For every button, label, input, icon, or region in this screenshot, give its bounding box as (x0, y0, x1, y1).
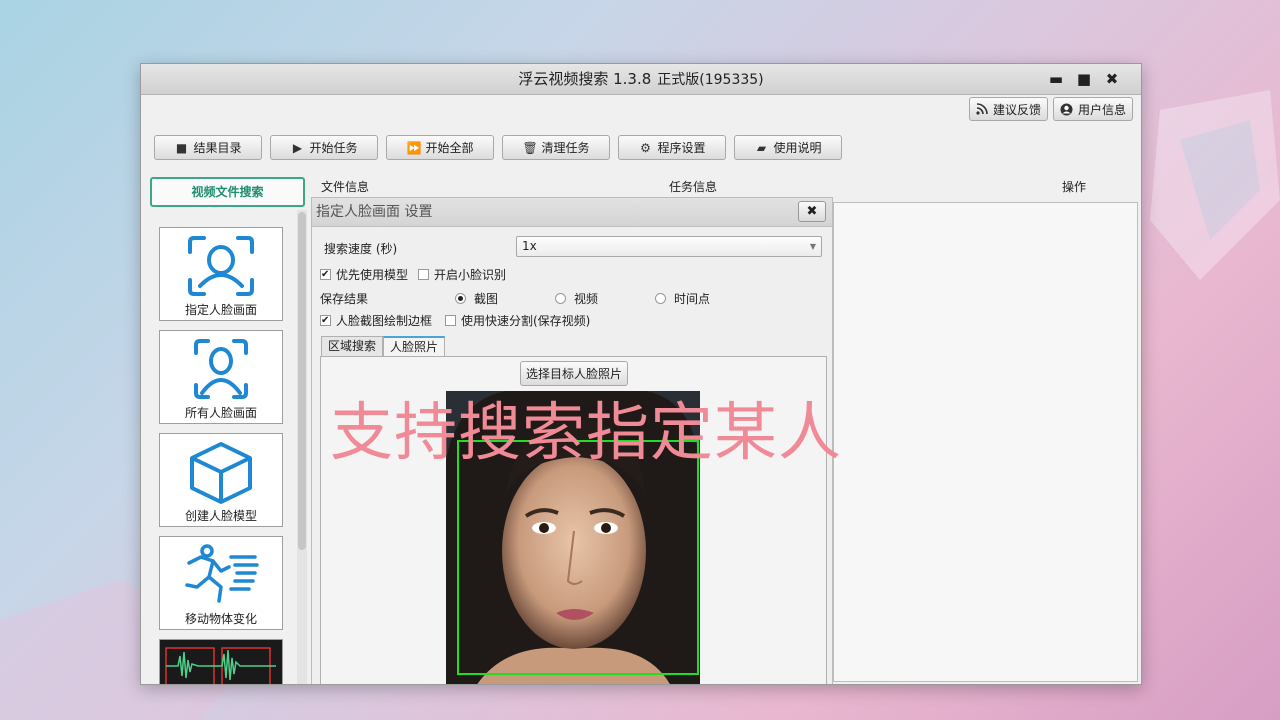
prefer-model-label: 优先使用模型 (336, 268, 409, 282)
user-icon (1060, 103, 1073, 115)
save-result-label: 保存结果 (320, 292, 369, 306)
scrollbar-thumb[interactable] (298, 212, 306, 550)
fast-split-checkbox[interactable] (445, 315, 456, 326)
feature-label: 所有人脸画面 (184, 406, 257, 420)
result-folder-button[interactable]: ■ 结果目录 (154, 135, 262, 160)
manual-button[interactable]: ▰ 使用说明 (734, 135, 842, 160)
column-task-info: 任务信息 (669, 180, 718, 194)
small-face-option[interactable]: 开启小脸识别 (418, 266, 506, 283)
background-crystal (1150, 90, 1280, 280)
fast-split-label: 使用快速分割(保存视频) (461, 314, 591, 328)
small-face-checkbox[interactable] (418, 269, 429, 280)
draw-border-checkbox[interactable] (320, 315, 331, 326)
save-screenshot-option[interactable]: 截图 (455, 290, 498, 307)
start-all-button[interactable]: ⏩ 开始全部 (386, 135, 494, 160)
speed-select-value: 1x (522, 239, 537, 253)
feature-all-faces[interactable]: 所有人脸画面 (159, 330, 283, 424)
feature-moving-object[interactable]: 移动物体变化 (159, 536, 283, 630)
start-task-button[interactable]: ▶ 开始任务 (270, 135, 378, 160)
feedback-button[interactable]: 建议反馈 (968, 97, 1048, 121)
save-video-radio[interactable] (555, 293, 566, 304)
result-folder-label: 结果目录 (193, 141, 242, 155)
save-screenshot-label: 截图 (474, 292, 499, 306)
chevron-down-icon: ▼ (809, 242, 816, 251)
maximize-button[interactable]: ■ (1070, 64, 1098, 94)
prefer-model-checkbox[interactable] (320, 269, 331, 280)
title-bar: 浮云视频搜索 1.3.8 正式版(195335) ▬ ■ ✖ (141, 64, 1141, 95)
dialog-close-button[interactable]: ✖ (798, 201, 826, 222)
trash-icon: 🗑 (522, 140, 538, 155)
face-scan-icon (188, 236, 254, 296)
draw-border-option[interactable]: 人脸截图绘制边框 (320, 312, 432, 329)
feature-label: 移动物体变化 (184, 612, 257, 626)
dialog-title: 指定人脸画面 设置 (316, 204, 433, 220)
settings-label: 程序设置 (657, 141, 706, 155)
small-face-label: 开启小脸识别 (434, 268, 507, 282)
book-icon: ▰ (756, 140, 767, 155)
save-video-label: 视频 (574, 292, 599, 306)
start-all-label: 开始全部 (425, 141, 474, 155)
feature-list: 指定人脸画面 所有人脸画面 创建人脸模型 移动物体变化 (159, 227, 283, 684)
search-mode-tabs: 区域搜索 人脸照片 (321, 336, 446, 356)
draw-border-label: 人脸截图绘制边框 (336, 314, 433, 328)
top-right-buttons: 建议反馈 用户信息 (968, 97, 1133, 121)
promo-caption: 支持搜索指定某人 (330, 396, 842, 469)
close-button[interactable]: ✖ (1098, 64, 1126, 94)
dialog-title-bar: 指定人脸画面 设置 ✖ (312, 198, 832, 227)
feature-create-face-model[interactable]: 创建人脸模型 (159, 433, 283, 527)
user-info-label: 用户信息 (1077, 102, 1126, 117)
tab-face-photo[interactable]: 人脸照片 (383, 336, 446, 356)
user-info-button[interactable]: 用户信息 (1052, 97, 1133, 121)
settings-button[interactable]: ⚙ 程序设置 (618, 135, 726, 160)
play-icon: ▶ (292, 140, 303, 155)
save-timestamp-radio[interactable] (655, 293, 666, 304)
feature-label: 指定人脸画面 (184, 303, 257, 317)
gear-icon: ⚙ (640, 140, 651, 155)
start-task-label: 开始任务 (309, 141, 358, 155)
save-screenshot-radio[interactable] (455, 293, 466, 304)
folder-icon: ■ (175, 140, 188, 155)
face-frame-icon (194, 339, 248, 399)
minimize-button[interactable]: ▬ (1042, 64, 1070, 94)
toolbar: ■ 结果目录 ▶ 开始任务 ⏩ 开始全部 🗑 清理任务 ⚙ 程序设置 ▰ 使用说明 (154, 135, 842, 160)
speed-label: 搜索速度 (秒) (324, 242, 398, 256)
fast-split-option[interactable]: 使用快速分割(保存视频) (445, 312, 590, 329)
speed-select[interactable]: 1x ▼ (516, 236, 822, 257)
sidebar-scrollbar[interactable] (297, 210, 307, 684)
app-window: 浮云视频搜索 1.3.8 正式版(195335) ▬ ■ ✖ 建议反馈 用户信息 … (140, 63, 1142, 685)
running-person-icon (185, 544, 259, 603)
video-file-search-tab[interactable]: 视频文件搜索 (150, 177, 305, 207)
column-file-info: 文件信息 (321, 180, 370, 194)
fast-forward-icon: ⏩ (406, 140, 422, 155)
save-video-option[interactable]: 视频 (555, 290, 598, 307)
window-title: 浮云视频搜索 1.3.8 (518, 70, 652, 88)
feature-label: 创建人脸模型 (184, 509, 257, 523)
task-list-panel (833, 202, 1138, 682)
manual-label: 使用说明 (773, 141, 822, 155)
clear-tasks-label: 清理任务 (541, 141, 590, 155)
close-icon: ✖ (806, 204, 818, 219)
save-timestamp-label: 时间点 (674, 292, 711, 306)
save-timestamp-option[interactable]: 时间点 (655, 290, 710, 307)
rss-icon (976, 103, 988, 115)
tab-region-search[interactable]: 区域搜索 (321, 336, 384, 356)
cube-icon (190, 442, 252, 504)
feature-specified-face[interactable]: 指定人脸画面 (159, 227, 283, 321)
column-actions: 操作 (1062, 180, 1087, 194)
feature-audio[interactable] (159, 639, 283, 684)
window-edition: 正式版(195335) (657, 72, 764, 88)
audio-waveform-icon (165, 647, 276, 684)
clear-tasks-button[interactable]: 🗑 清理任务 (502, 135, 610, 160)
feedback-label: 建议反馈 (992, 102, 1041, 117)
prefer-model-option[interactable]: 优先使用模型 (320, 266, 408, 283)
